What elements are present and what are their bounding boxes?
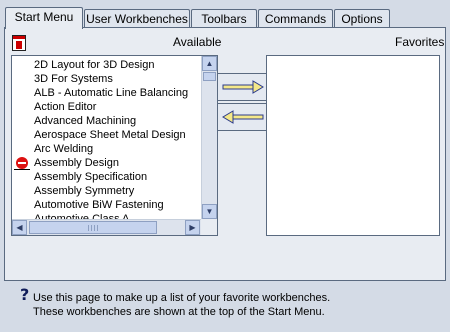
question-icon: ?	[20, 285, 30, 304]
tab-options[interactable]: Options	[334, 9, 390, 28]
scroll-left-icon[interactable]: ◀	[12, 220, 27, 235]
scroll-up-icon[interactable]: ▲	[202, 56, 217, 71]
help-text-line-2: These workbenches are shown at the top o…	[33, 306, 325, 318]
horizontal-scrollbar[interactable]: ◀ ▶	[12, 219, 217, 235]
tab-toolbars[interactable]: Toolbars	[191, 9, 257, 28]
horizontal-scroll-thumb[interactable]	[29, 221, 157, 234]
help-text-line-1: Use this page to make up a list of your …	[33, 292, 331, 304]
start-menu-panel: Available Favorites 2D Layout for 3D Des…	[4, 27, 446, 281]
favorites-label: Favorites	[395, 35, 445, 49]
favorites-list[interactable]	[266, 55, 440, 236]
scroll-right-icon[interactable]: ▶	[185, 220, 200, 235]
tab-commands[interactable]: Commands	[258, 9, 333, 28]
stop-icon	[16, 157, 28, 169]
available-list[interactable]: 2D Layout for 3D Design 3D For Systems A…	[11, 55, 218, 236]
tab-user-workbenches[interactable]: User Workbenches	[84, 9, 190, 28]
add-to-favorites-button[interactable]	[217, 73, 268, 101]
available-label: Available	[173, 35, 222, 49]
help-area: ? Use this page to make up a list of you…	[4, 283, 446, 328]
vertical-scrollbar[interactable]: ▲ ▼	[201, 56, 217, 219]
remove-from-favorites-button[interactable]	[217, 103, 268, 131]
start-menu-icon	[12, 35, 26, 51]
scroll-down-icon[interactable]: ▼	[202, 204, 217, 219]
tab-start-menu[interactable]: Start Menu	[5, 7, 83, 29]
arrow-left-icon	[222, 110, 264, 124]
vertical-scroll-thumb[interactable]	[203, 72, 216, 81]
arrow-right-icon	[222, 80, 264, 94]
